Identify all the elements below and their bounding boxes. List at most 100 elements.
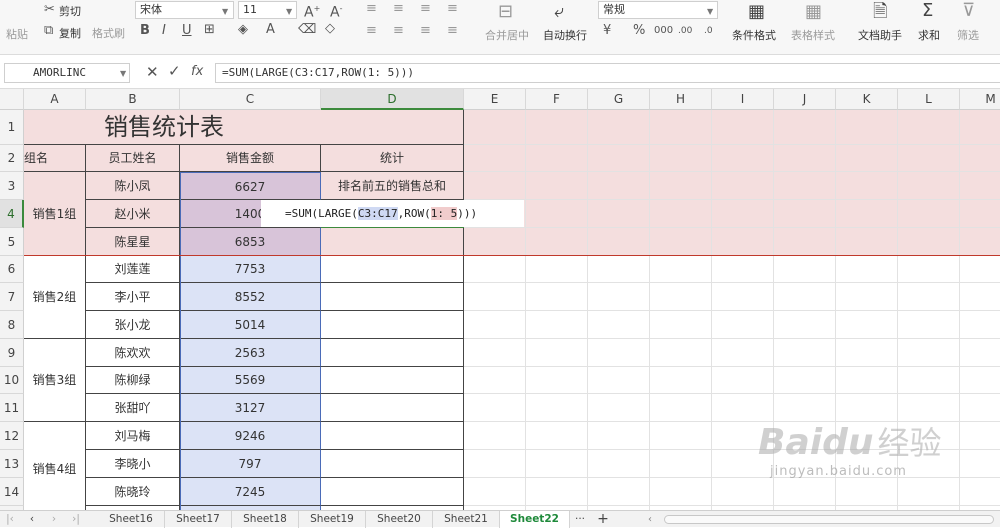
grid-cell[interactable] [898,145,960,172]
grid-cell[interactable] [836,311,898,339]
sales-amount-cell[interactable]: 5569 [180,367,321,394]
number-format-select[interactable]: 常规 [598,1,718,19]
group-cell[interactable]: 销售2组 [24,256,86,339]
stat-cell[interactable] [321,228,464,256]
font-name-select[interactable]: 宋体 [135,1,234,19]
wrap-text-button[interactable]: 自动换行 [543,27,587,43]
grid-cell[interactable] [712,145,774,172]
row-header-11[interactable]: 11 [0,394,24,422]
grid-cell[interactable] [588,422,650,450]
grid-cell[interactable] [898,311,960,339]
stat-cell[interactable] [321,478,464,506]
sales-amount-cell[interactable]: 797 [180,450,321,478]
grid-cell[interactable] [526,339,588,367]
bold-icon[interactable]: B [140,24,150,38]
decrease-decimal-icon[interactable]: .0 [704,24,713,38]
grid-cell[interactable] [898,339,960,367]
format-painter-button[interactable]: 格式刷 [92,25,125,41]
stat-cell[interactable] [321,422,464,450]
grid-cell[interactable] [836,283,898,311]
filter-button[interactable]: 筛选 [957,27,979,43]
grid-cell[interactable] [650,422,712,450]
column-header-d[interactable]: D [321,89,464,110]
grid-cell[interactable] [774,339,836,367]
name-box[interactable]: AMORLINC [4,63,130,83]
grid-cell[interactable] [464,422,526,450]
sheet-tab-sheet17[interactable]: Sheet17 [165,511,232,528]
employee-name-cell[interactable]: 陈欢欢 [86,339,180,367]
grid-cell[interactable] [526,283,588,311]
grid-cell[interactable] [588,145,650,172]
border-icon[interactable]: ⊞ [204,23,215,37]
grid-cell[interactable] [526,256,588,283]
column-title[interactable]: 员工姓名 [86,145,180,172]
eraser-icon[interactable]: ◇ [325,22,335,36]
grid-cell[interactable] [898,228,960,256]
grid-cell[interactable] [526,450,588,478]
grid-cell[interactable] [960,478,1000,506]
stat-cell[interactable] [321,311,464,339]
grid-cell[interactable] [774,145,836,172]
stat-cell[interactable] [321,339,464,367]
grid-cell[interactable] [464,283,526,311]
row-header-10[interactable]: 10 [0,367,24,394]
grid-cell[interactable] [960,172,1000,200]
align-right-icon[interactable]: ≡ [420,24,431,38]
stat-cell[interactable] [321,367,464,394]
row-header-8[interactable]: 8 [0,311,24,339]
grid-cell[interactable] [464,145,526,172]
grid-cell[interactable] [960,110,1000,145]
grid-cell[interactable] [588,256,650,283]
justify-icon[interactable]: ≡ [447,24,458,38]
align-bottom-icon[interactable]: ≡ [420,2,431,16]
grid-cell[interactable] [464,172,526,200]
paste-button[interactable]: 粘贴 [6,26,28,42]
grid-cell[interactable] [836,172,898,200]
grid-cell[interactable] [774,172,836,200]
grid-cell[interactable] [526,172,588,200]
grid-cell[interactable] [650,339,712,367]
grid-cell[interactable] [712,311,774,339]
grid-cell[interactable] [588,200,650,228]
grid-cell[interactable] [898,256,960,283]
column-header-j[interactable]: J [774,89,836,110]
sum-button[interactable]: 求和 [918,27,940,43]
sheet-tab-sheet19[interactable]: Sheet19 [299,511,366,528]
grid-cell[interactable] [898,200,960,228]
last-sheet-icon[interactable]: ›| [66,511,86,528]
grid-cell[interactable] [712,478,774,506]
grid-cell[interactable] [588,228,650,256]
grid-cell[interactable] [960,228,1000,256]
employee-name-cell[interactable]: 陈柳绿 [86,367,180,394]
add-sheet-button[interactable]: + [594,511,612,528]
cut-button[interactable]: 剪切 [59,3,81,19]
grid-cell[interactable] [650,394,712,422]
grid-cell[interactable] [774,367,836,394]
sales-amount-cell[interactable]: 9246 [180,422,321,450]
row-header-12[interactable]: 12 [0,422,24,450]
align-middle-icon[interactable]: ≡ [393,2,404,16]
grid-cell[interactable] [650,367,712,394]
italic-icon[interactable]: I [162,24,166,38]
column-header-b[interactable]: B [86,89,180,110]
grid-cell[interactable] [712,110,774,145]
fill-color-icon[interactable]: ◈ [238,23,248,37]
clear-format-icon[interactable]: ⌫ [298,23,316,37]
select-all-corner[interactable] [0,89,24,110]
grid-cell[interactable] [836,228,898,256]
grid-cell[interactable] [712,256,774,283]
grid-cell[interactable] [526,110,588,145]
employee-name-cell[interactable]: 李小平 [86,283,180,311]
confirm-icon[interactable]: ✓ [168,64,181,79]
comma-icon[interactable]: 000 [654,24,673,38]
doc-helper-button[interactable]: 文档助手 [858,27,902,43]
grid-cell[interactable] [526,145,588,172]
employee-name-cell[interactable]: 刘马梅 [86,422,180,450]
employee-name-cell[interactable]: 张小龙 [86,311,180,339]
grid-cell[interactable] [650,311,712,339]
grid-cell[interactable] [588,367,650,394]
grid-cell[interactable] [526,422,588,450]
grid-cell[interactable] [836,110,898,145]
sheet-tab-sheet20[interactable]: Sheet20 [366,511,433,528]
chevron-down-icon[interactable]: ▼ [120,69,126,78]
